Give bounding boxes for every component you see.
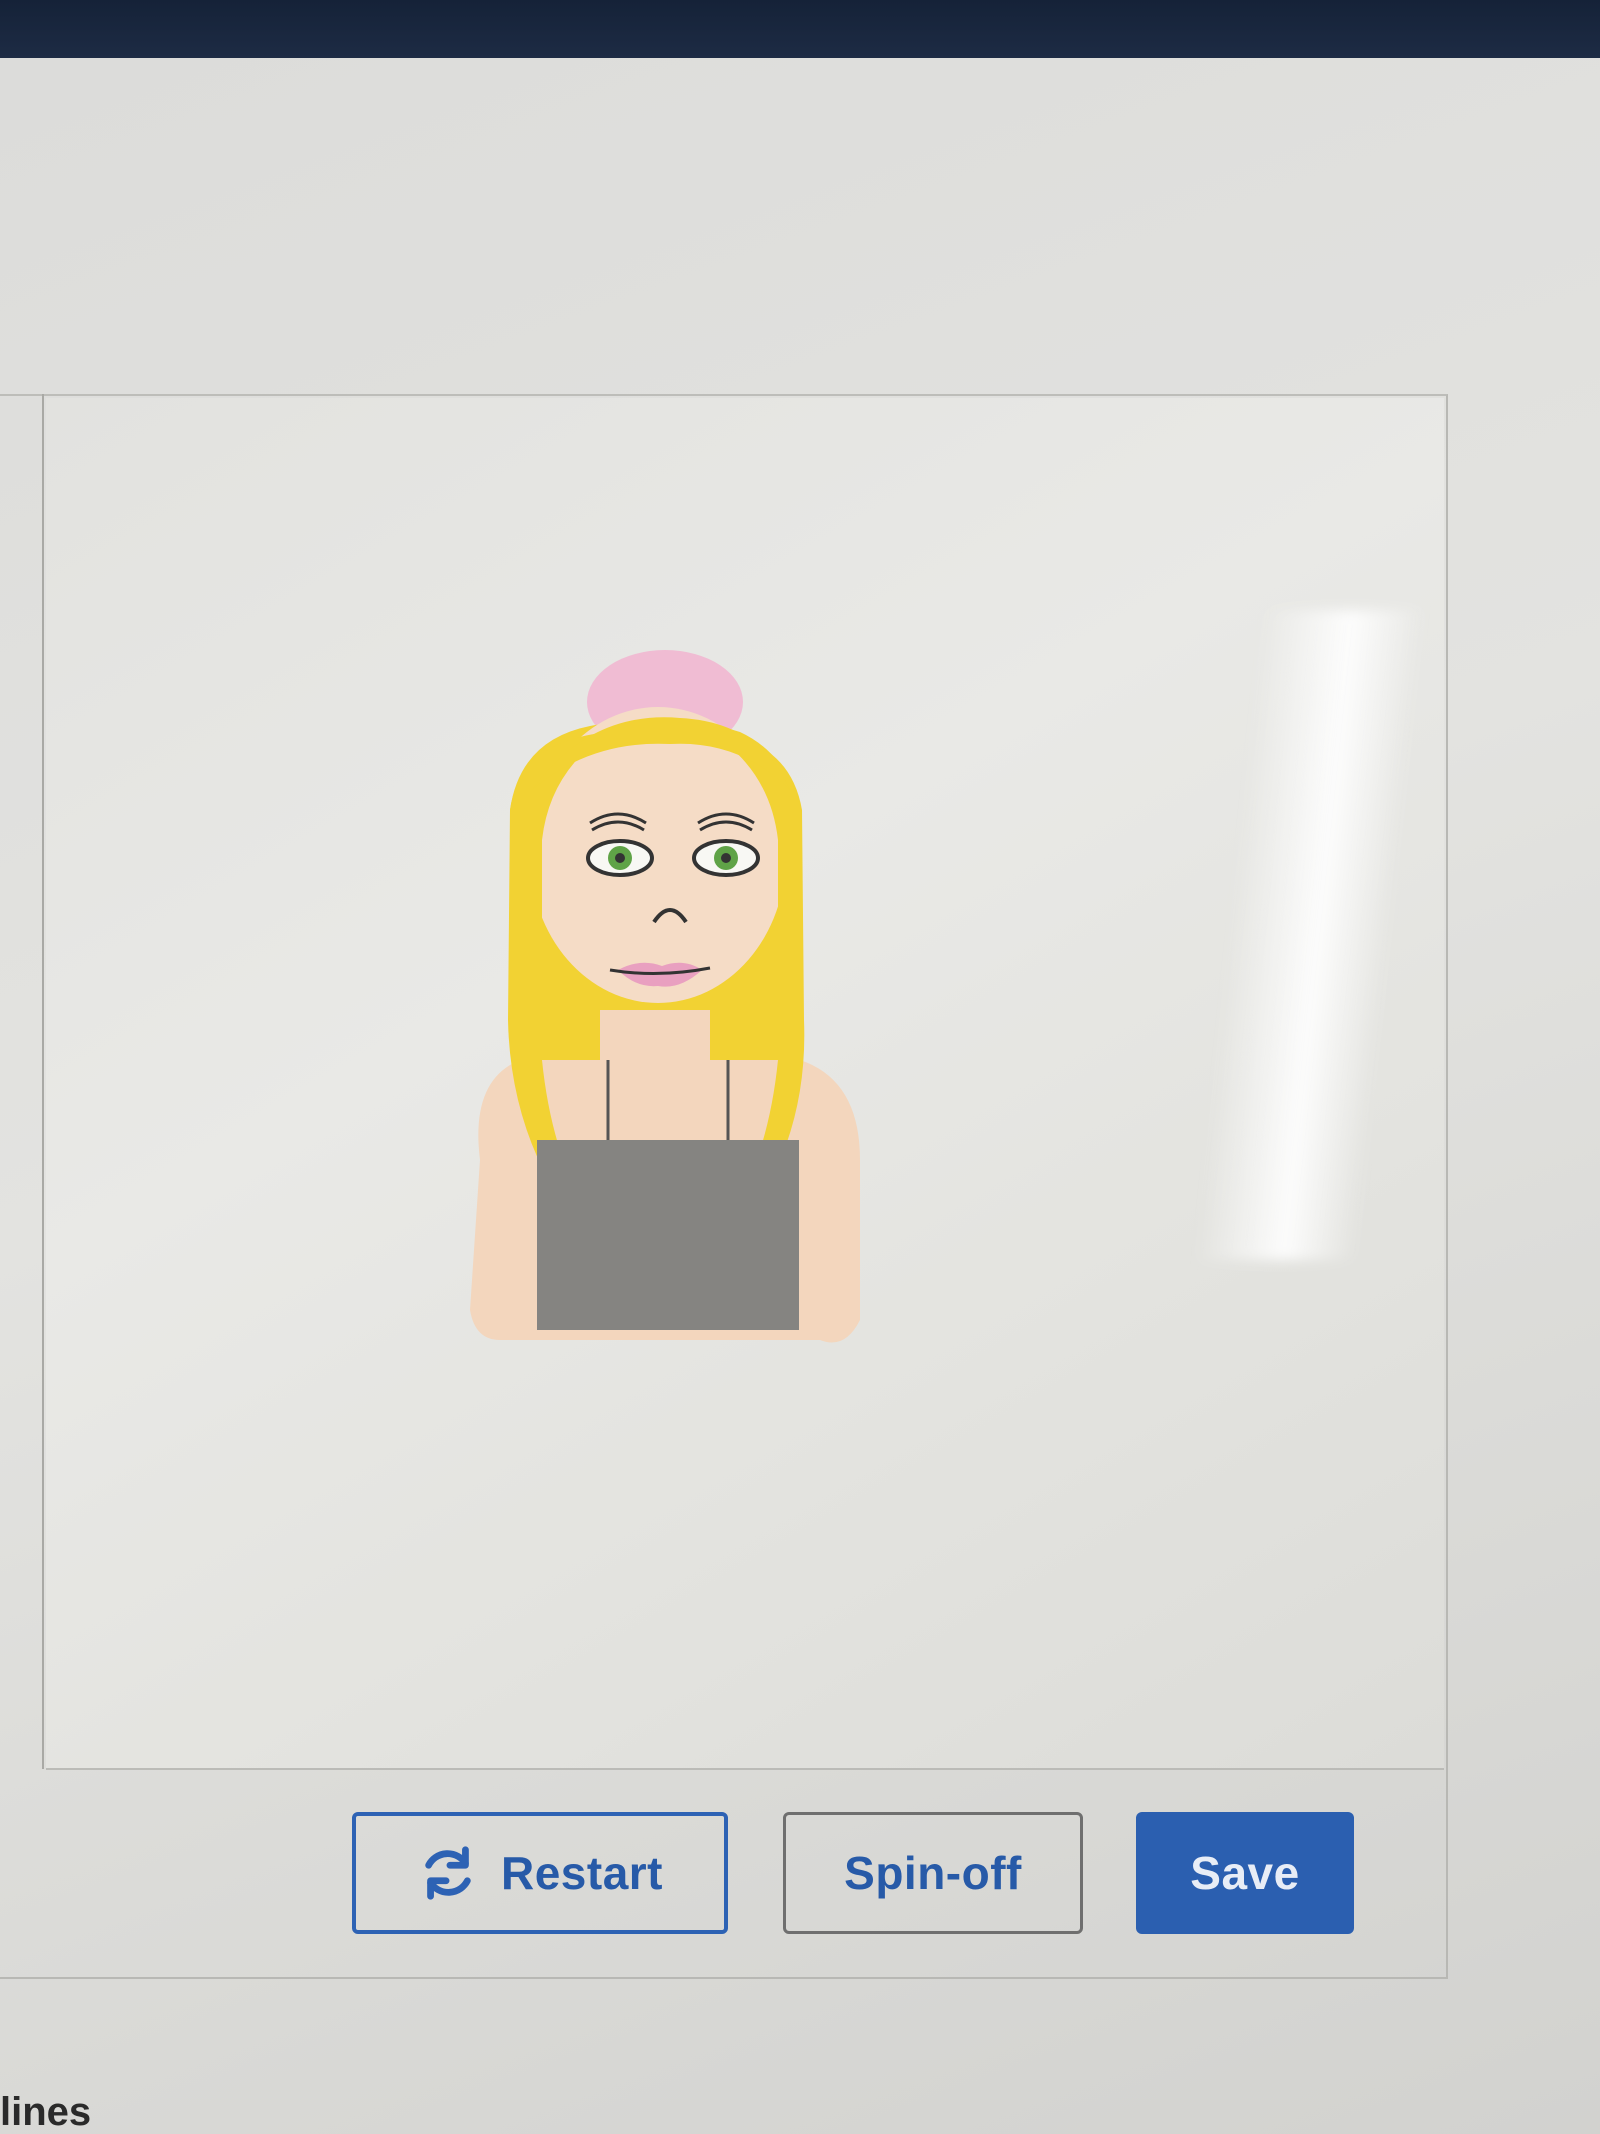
- restart-button-label: Restart: [500, 1847, 663, 1899]
- save-button-label: Save: [1190, 1847, 1300, 1899]
- avatar-top: [537, 1140, 799, 1330]
- avatar-figure: [470, 650, 860, 1343]
- section-label-partial: lines: [0, 2090, 92, 2134]
- spin-off-button[interactable]: Spin-off: [783, 1812, 1083, 1934]
- left-panel-divider: [42, 394, 44, 1769]
- window-top-bar: [0, 0, 1600, 58]
- refresh-icon: [425, 1846, 471, 1900]
- editor-toolbar: Restart Spin-off Save: [46, 1770, 1444, 1980]
- spin-off-button-label: Spin-off: [844, 1847, 1022, 1899]
- save-button[interactable]: Save: [1136, 1812, 1354, 1934]
- avatar-neck: [600, 1010, 710, 1100]
- restart-button[interactable]: Restart: [352, 1812, 728, 1934]
